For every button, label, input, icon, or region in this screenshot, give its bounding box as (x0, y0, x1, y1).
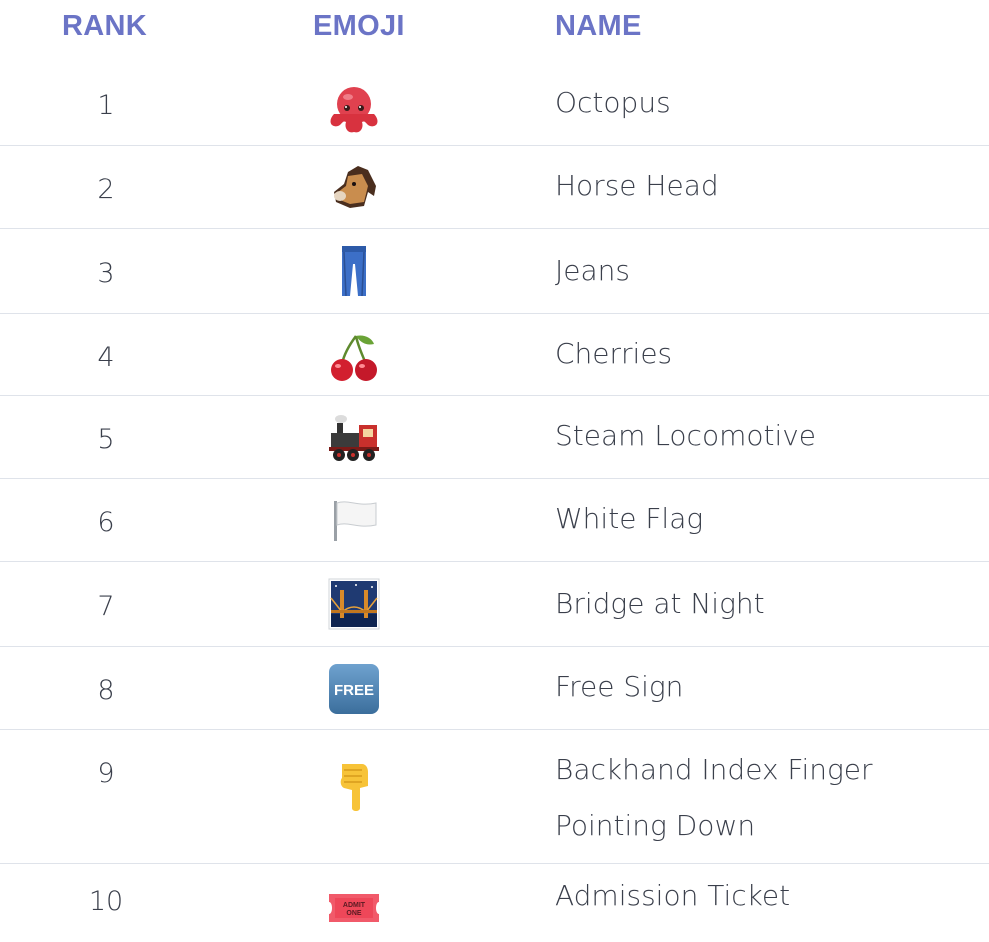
free-sign-icon: FREE (322, 657, 386, 721)
table-row: 1 Octopus (0, 60, 989, 146)
emoji-name: Horse Head (555, 169, 719, 202)
rank-cell: 1 (97, 90, 115, 121)
steam-locomotive-icon (322, 407, 386, 471)
octopus-icon (322, 78, 386, 142)
table-row: 9 Backhand Index Finger Pointing Down (0, 730, 989, 864)
table-row: 5 Steam Locomotive (0, 396, 989, 479)
emoji-name: White Flag (555, 502, 704, 535)
rank-cell: 10 (88, 886, 124, 917)
emoji-ranking-table: RANK EMOJI NAME 1 Octopus 2 Horse Head 3… (0, 0, 989, 942)
white-flag-icon (322, 489, 386, 553)
header-rank: RANK (62, 10, 147, 42)
table-row: 3 Jeans (0, 229, 989, 314)
table-row: 8 FREE Free Sign (0, 647, 989, 730)
emoji-name: Octopus (555, 86, 671, 119)
jeans-icon (322, 239, 386, 303)
table-row: 2 Horse Head (0, 146, 989, 229)
emoji-name: Admission Ticket (555, 879, 791, 912)
admission-ticket-icon: ADMIT ONE (322, 876, 386, 940)
rank-cell: 9 (97, 758, 115, 789)
free-sign-text: FREE (334, 682, 374, 699)
emoji-name: Bridge at Night (555, 587, 765, 620)
table-row: 7 Bridge at Night (0, 562, 989, 647)
rank-cell: 7 (97, 591, 115, 622)
rank-cell: 2 (97, 174, 115, 205)
header-emoji: EMOJI (313, 10, 405, 42)
table-row: 6 White Flag (0, 479, 989, 562)
header-name: NAME (555, 10, 642, 42)
emoji-name: Free Sign (555, 670, 684, 703)
emoji-name: Backhand Index Finger Pointing Down (555, 753, 873, 842)
rank-cell: 8 (97, 675, 115, 706)
emoji-name: Steam Locomotive (555, 419, 817, 452)
emoji-name: Cherries (555, 337, 673, 370)
table-row: 4 Cherries (0, 314, 989, 396)
cherries-icon (322, 326, 386, 390)
table-header: RANK EMOJI NAME (0, 0, 989, 60)
bridge-at-night-icon (322, 572, 386, 636)
rank-cell: 6 (97, 507, 115, 538)
backhand-index-pointing-down-icon (322, 755, 386, 819)
rank-cell: 5 (97, 424, 115, 455)
horse-head-icon (322, 156, 386, 220)
rank-cell: 4 (97, 342, 115, 373)
emoji-name: Jeans (555, 254, 630, 287)
rank-cell: 3 (97, 258, 115, 289)
table-row: 10 ADMIT ONE Admission Ticket (0, 864, 989, 942)
